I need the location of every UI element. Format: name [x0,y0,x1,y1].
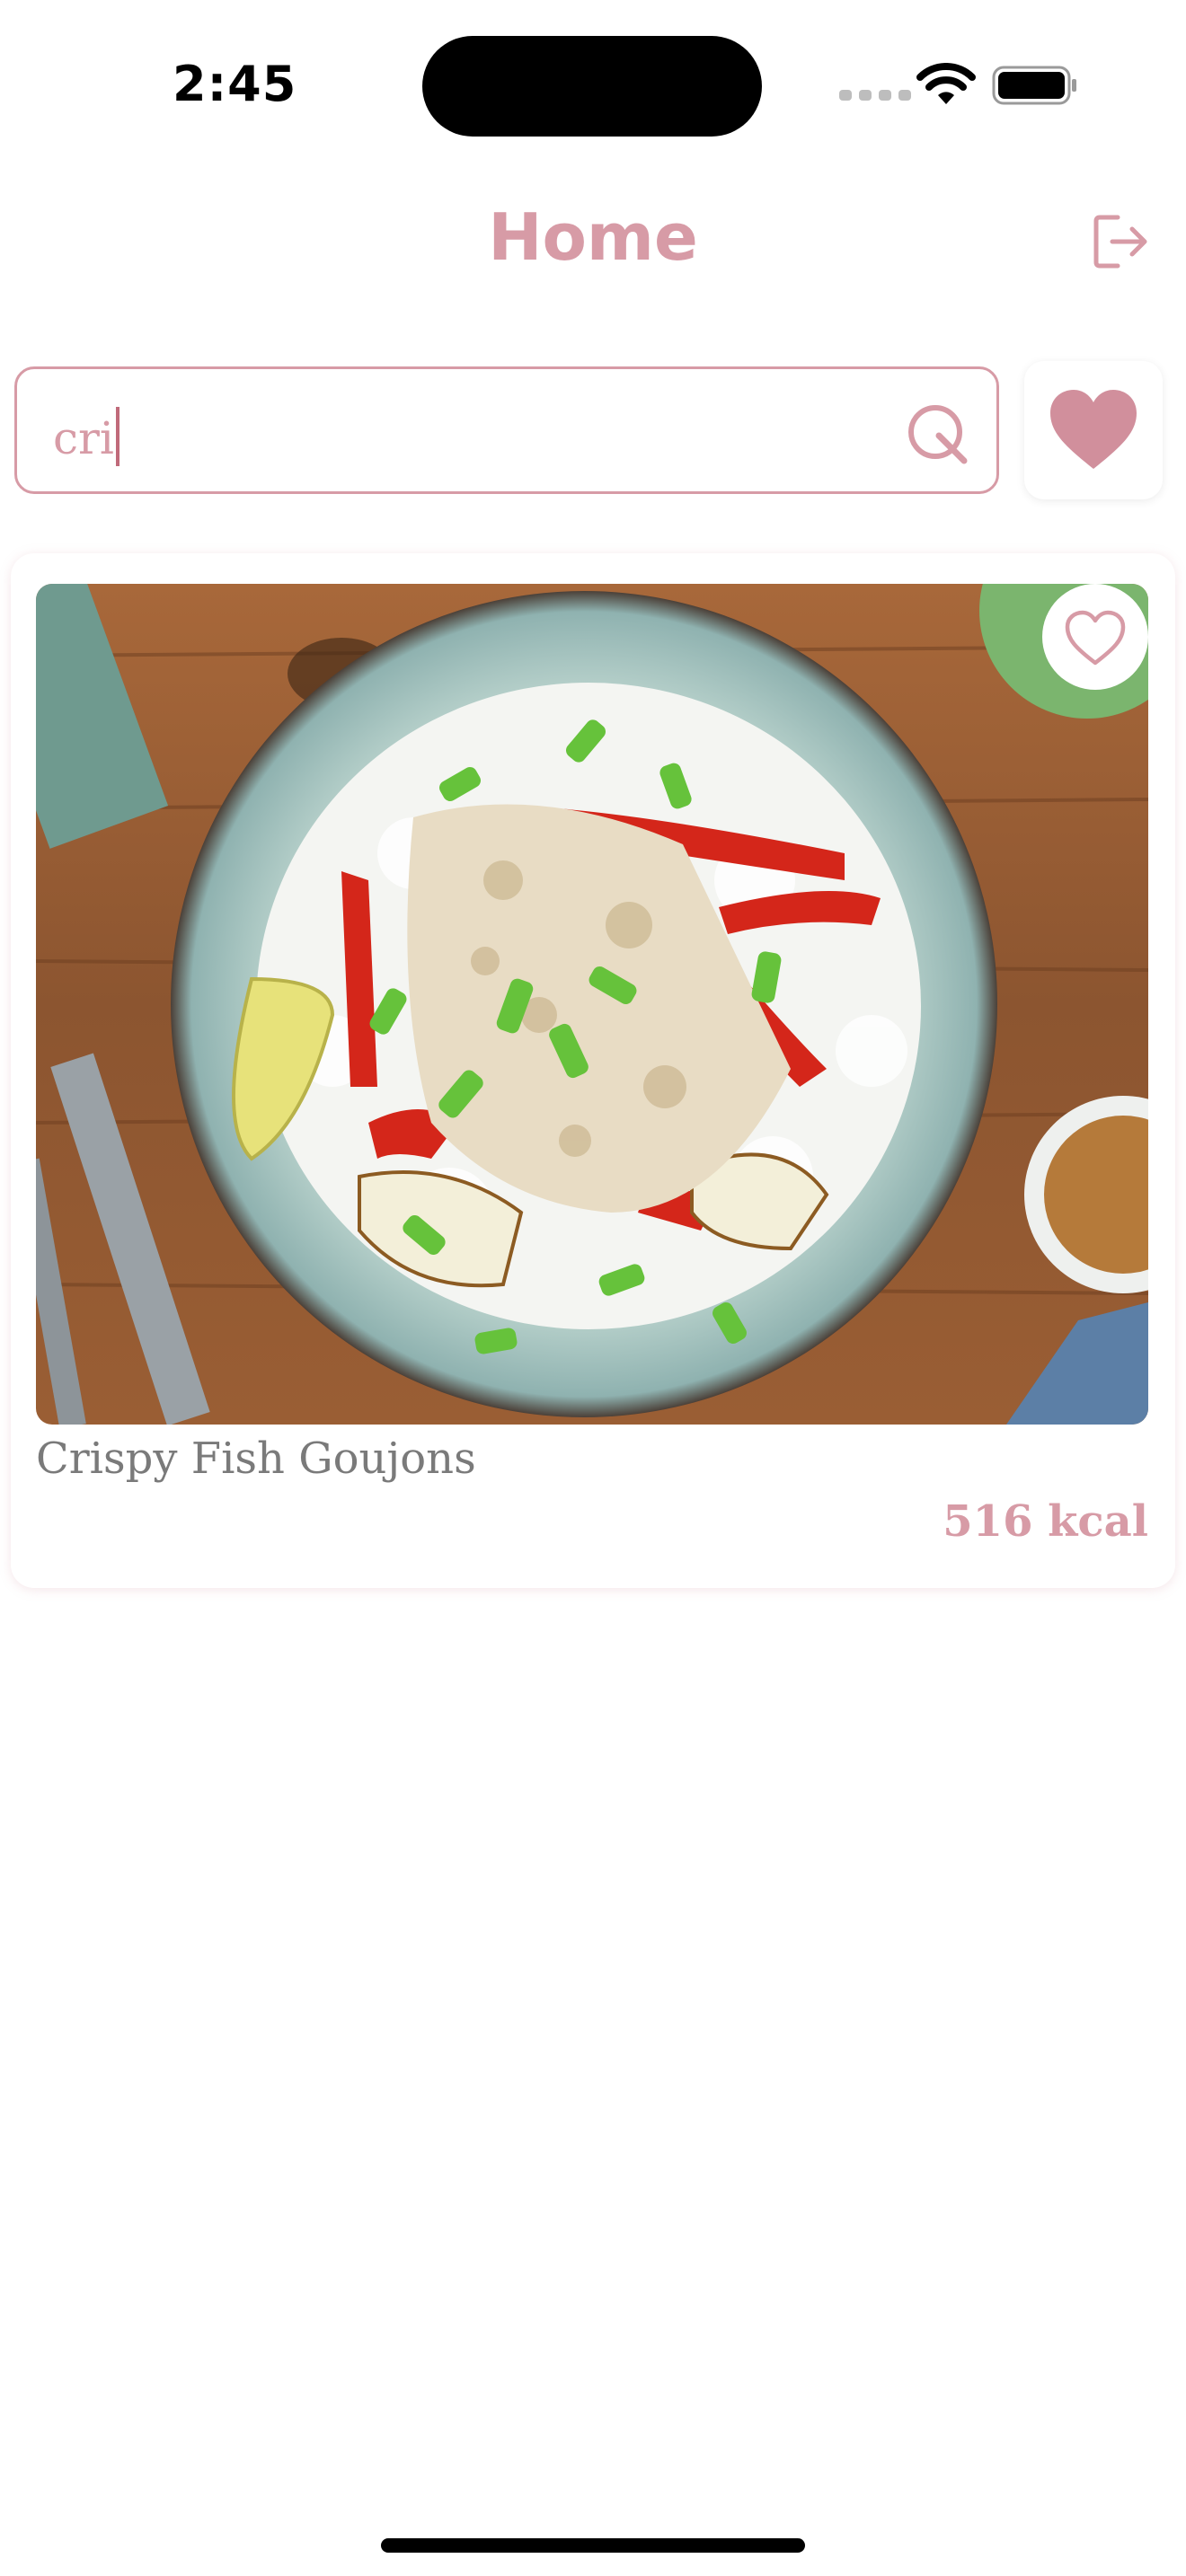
logout-icon[interactable] [1091,212,1150,271]
battery-icon [992,66,1076,105]
recipe-name: Crispy Fish Goujons [36,1434,476,1484]
status-time: 2:45 [173,56,297,112]
favorites-button[interactable] [1024,361,1163,499]
wifi-icon [916,63,976,104]
search-icon[interactable] [905,401,973,470]
text-caret [115,407,119,466]
search-input[interactable]: cri [14,366,999,494]
page-title: Home [488,199,698,275]
search-input-text-wrap: cri [53,407,119,466]
heart-filled-icon [1050,390,1137,469]
recipe-card[interactable]: Crispy Fish Goujons 516 kcal [11,553,1175,1588]
recipe-photo [36,584,1148,1425]
dynamic-island [422,36,762,137]
search-input-value: cri [53,412,114,464]
recipe-image[interactable] [36,584,1148,1425]
cellular-signal-icon [839,90,911,101]
heart-outline-icon [1065,610,1126,666]
recipe-favorite-button[interactable] [1042,584,1148,690]
recipe-kcal: 516 kcal [943,1496,1148,1547]
home-indicator[interactable] [381,2538,805,2553]
screen: 2:45 Home cri Crispy Fish Goujons 516 kc… [0,0,1186,2576]
